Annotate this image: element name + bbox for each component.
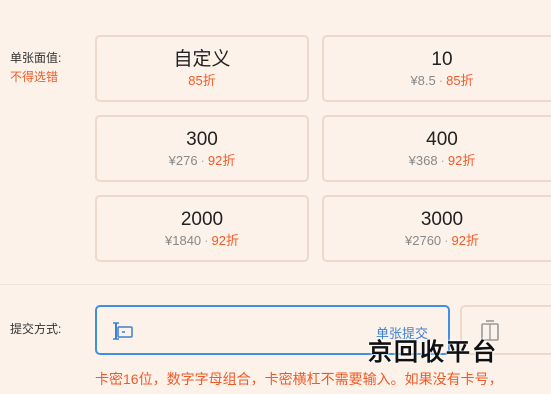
card-meta: ¥1840 · 92折 xyxy=(97,233,307,249)
card-discount: 92折 xyxy=(211,233,239,248)
card-separator: · xyxy=(200,153,205,168)
watermark-logo: 京回收平台 xyxy=(368,337,498,366)
card-price: ¥368 xyxy=(408,153,438,168)
denomination-hint: 不得选错 xyxy=(10,70,59,84)
card-meta: ¥276 · 92折 xyxy=(97,153,307,169)
denomination-card-3000[interactable]: 3000 ¥2760 · 92折 xyxy=(322,195,551,262)
card-face-value: 2000 xyxy=(180,209,224,230)
card-price: ¥276 xyxy=(168,153,198,168)
section-divider xyxy=(0,284,551,285)
card-face-value: 3000 xyxy=(420,209,464,230)
card-discount: 85折 xyxy=(446,73,474,88)
card-face-value: 自定义 xyxy=(173,49,231,70)
card-discount: 92折 xyxy=(447,153,476,168)
card-meta: ¥2760 · 92折 xyxy=(324,233,551,249)
denomination-label: 单张面值: xyxy=(10,51,62,65)
denomination-card-custom[interactable]: 自定义 85折 xyxy=(95,35,309,102)
card-meta: ¥368 · 92折 xyxy=(324,153,551,169)
card-price: ¥1840 xyxy=(165,233,202,248)
card-discount: 85折 xyxy=(188,73,216,88)
card-face-value: 10 xyxy=(431,49,453,70)
card-meta: 85折 xyxy=(97,73,307,89)
card-separator: · xyxy=(444,233,449,248)
card-code-hint: 卡密16位，数字字母组合，卡密横杠不需要输入。如果没有卡号， xyxy=(95,371,503,387)
card-face-value: 400 xyxy=(426,129,458,150)
recycle-form: 单张面值: 不得选错 自定义 85折 10 ¥8.5 · 85折 300 ¥276 ·… xyxy=(0,0,551,394)
card-separator: · xyxy=(438,73,444,88)
card-price: ¥2760 xyxy=(405,233,442,248)
denomination-card-10[interactable]: 10 ¥8.5 · 85折 xyxy=(322,35,551,102)
card-discount: 92折 xyxy=(207,153,236,168)
submit-method-label: 提交方式: xyxy=(10,322,62,336)
card-separator: · xyxy=(204,233,209,248)
denomination-card-2000[interactable]: 2000 ¥1840 · 92折 xyxy=(95,195,309,262)
text-cursor-icon xyxy=(113,322,133,340)
card-face-value: 300 xyxy=(186,129,218,150)
card-price: ¥8.5 xyxy=(410,73,436,88)
denomination-card-300[interactable]: 300 ¥276 · 92折 xyxy=(95,115,309,182)
card-separator: · xyxy=(440,153,445,168)
card-meta: ¥8.5 · 85折 xyxy=(324,73,551,89)
denomination-card-400[interactable]: 400 ¥368 · 92折 xyxy=(322,115,551,182)
card-discount: 92折 xyxy=(451,233,479,248)
